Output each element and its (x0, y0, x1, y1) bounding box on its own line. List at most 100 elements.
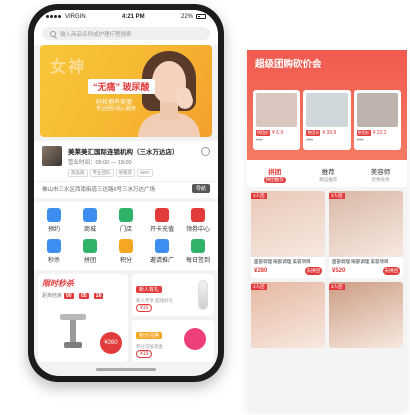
deal-original-price: ¥19 (256, 137, 263, 142)
countdown-minutes: 05 (78, 292, 89, 299)
shop-address: 佛山市三水区西南街道三达路6号三水万达广场 (42, 186, 156, 193)
shop-tag: WIFI (137, 169, 153, 177)
stage: VIRGIN 4:21 PM 22% 输入商品名称或护理疗程搜索 女神 “无痛”… (0, 0, 410, 415)
grid-item-5[interactable]: 秒杀 (36, 239, 72, 264)
search-placeholder: 输入商品名称或护理疗程搜索 (60, 31, 132, 38)
grid-item-7[interactable]: 积分 (108, 239, 144, 264)
checkin-icon (191, 239, 205, 253)
deal-price-row: 拼团价 ¥ 6.9 (256, 130, 297, 136)
grid-item-label: 拼团 (83, 258, 96, 264)
clock-icon (47, 239, 61, 253)
hero-banner[interactable]: 女神 “无痛” 玻尿酸 轻松拥有美丽 专业团队贴心服务 (40, 45, 212, 137)
card-title: 面部调理 眼部调理 美容项目 (254, 259, 311, 264)
store-icon (119, 208, 133, 222)
join-group-button[interactable]: 去拼团 (304, 267, 322, 275)
grid-item-0[interactable]: 预约 (36, 208, 72, 233)
card-price: ¥280 (254, 268, 268, 274)
deal-card[interactable]: 拼团价 ¥ 22.2 ¥56 (353, 90, 401, 150)
seckill-card[interactable]: 限时秒杀 距离结束 00: 05: 26 ¥260 (38, 274, 128, 362)
seckill-title: 限时秒杀 (42, 279, 74, 288)
grid-item-4[interactable]: 领券中心 (180, 208, 216, 233)
tab-label: 拼团 (268, 169, 282, 176)
shop-tags: 高品质 专业团队 地铁旁 WIFI (68, 169, 179, 177)
deal-label: 拼团价 (256, 130, 270, 136)
card-footer: ¥520 去拼团 (329, 265, 403, 278)
grid-item-label: 邀请推广 (149, 258, 174, 264)
grid-item-3[interactable]: 开卡充值 (144, 208, 180, 233)
newcomer-price: ¥19 (136, 304, 153, 312)
newcomer-card[interactable]: 新人有礼 新人专享 超值好礼 ¥19 (132, 274, 214, 316)
product-card[interactable]: 3人团 (251, 282, 325, 348)
promo-right-column: 新人有礼 新人专享 超值好礼 ¥19 积分兑换 积分可抵现金 ¥19 (132, 274, 214, 362)
grid-item-label: 每日签到 (185, 258, 210, 264)
tab-sub: 优秀技师 (371, 177, 390, 182)
group-size-badge: 3人团 (251, 284, 267, 290)
phone-icon[interactable] (201, 147, 210, 156)
tab-label: 推荐 (321, 169, 335, 176)
deal-price-row: 拼团价 ¥ 39.9 (306, 130, 347, 136)
deal-price: ¥ 22.2 (372, 130, 387, 136)
deal-label: 拼团价 (306, 130, 321, 136)
invite-icon (155, 239, 169, 253)
countdown-prefix: 距离结束 (42, 293, 63, 299)
grid-item-9[interactable]: 每日签到 (180, 239, 216, 264)
newcomer-badge: 新人有礼 (136, 286, 163, 293)
deal-label: 拼团价 (356, 130, 371, 136)
points-icon (119, 239, 133, 253)
group-buy-panel: 超级团购砍价会 拼团价 ¥ 6.9 ¥19 拼团价 ¥ 39.9 ¥59 拼团价 ¥ 22.2… (247, 50, 407, 410)
phone-frame: VIRGIN 4:21 PM 22% 输入商品名称或护理疗程搜索 女神 “无痛”… (28, 4, 224, 382)
shop-info[interactable]: 美莱美汇国际连锁机构（三水万达店） 营业时间：09:00 — 18:00 高品质… (34, 141, 218, 181)
deal-card[interactable]: 拼团价 ¥ 39.9 ¥59 (303, 90, 351, 150)
countdown: 距离结束 00: 05: 26 (42, 292, 104, 299)
status-bar: VIRGIN 4:21 PM 22% (34, 10, 218, 23)
points-badge: 积分兑换 (136, 332, 163, 339)
deal-product-image (306, 93, 348, 127)
product-card[interactable]: 3人团面部调理 眼部调理 美容项目 ¥520 去拼团 (329, 191, 403, 278)
deal-cards: 拼团价 ¥ 6.9 ¥19 拼团价 ¥ 39.9 ¥59 拼团价 ¥ 22.2 ¥56 (253, 90, 401, 150)
grid-item-label: 开卡充值 (149, 227, 174, 233)
banner-tag-note: 专业团队贴心服务 (96, 106, 137, 112)
deal-product-image (256, 93, 298, 127)
grid-item-6[interactable]: 拼团 (72, 239, 108, 264)
card-product-image: 3人团 (251, 191, 325, 257)
tab-0[interactable]: 拼团 拼团推荐 (263, 166, 286, 183)
tab-1[interactable]: 推荐 精选推荐 (319, 166, 337, 183)
group-size-badge: 3人团 (329, 193, 345, 199)
grid-item-label: 秒杀 (47, 258, 60, 264)
mall-icon (83, 208, 97, 222)
deal-original-price: ¥59 (306, 137, 314, 142)
countdown-seconds: 26 (93, 292, 104, 299)
navigate-button[interactable]: 导航 (191, 184, 210, 193)
card-product-image: 3人团 (329, 191, 403, 257)
tab-2[interactable]: 美容师 优秀技师 (371, 166, 391, 183)
grid-item-2[interactable]: 门店 (108, 208, 144, 233)
deal-price: ¥ 39.9 (322, 130, 337, 136)
card-title: 面部调理 眼部调理 美容项目 (332, 259, 389, 264)
coupon-icon (191, 208, 205, 222)
product-card[interactable]: 3人团面部调理 眼部调理 美容项目 ¥280 去拼团 (251, 191, 325, 278)
panel-title: 超级团购砍价会 (255, 59, 322, 70)
search-input[interactable]: 输入商品名称或护理疗程搜索 (42, 27, 210, 40)
tab-sub: 拼团推荐 (263, 177, 286, 183)
grid-item-label: 商城 (83, 227, 96, 233)
battery-icon (196, 14, 206, 19)
banner-tag-main: “无痛” 玻尿酸 (88, 79, 155, 94)
points-card[interactable]: 积分兑换 积分可抵现金 ¥19 (132, 320, 214, 362)
deal-card[interactable]: 拼团价 ¥ 6.9 ¥19 (253, 90, 301, 150)
product-cards: 3人团 面部调理 眼部调理 美容项目 ¥280 去拼团 3人团 面部调理 眼部调理 美容项… (247, 187, 407, 352)
puzzle-icon (83, 239, 97, 253)
join-group-button[interactable]: 去拼团 (382, 267, 400, 275)
card-footer: ¥280 去拼团 (251, 265, 325, 278)
grid-item-8[interactable]: 邀请推广 (144, 239, 180, 264)
group-size-badge: 3人团 (329, 284, 345, 290)
shop-tag: 专业团队 (89, 169, 114, 177)
banner-model-image (138, 51, 200, 137)
grid-item-label: 预约 (47, 227, 60, 233)
grid-item-1[interactable]: 商城 (72, 208, 108, 233)
seckill-price: ¥260 (100, 332, 122, 354)
points-price: ¥19 (136, 350, 153, 358)
product-card[interactable]: 3人团 (329, 282, 403, 348)
time-label: 4:21 PM (121, 13, 145, 20)
card-product-image: 3人团 (251, 282, 325, 348)
countdown-hours: 00 (64, 292, 74, 299)
